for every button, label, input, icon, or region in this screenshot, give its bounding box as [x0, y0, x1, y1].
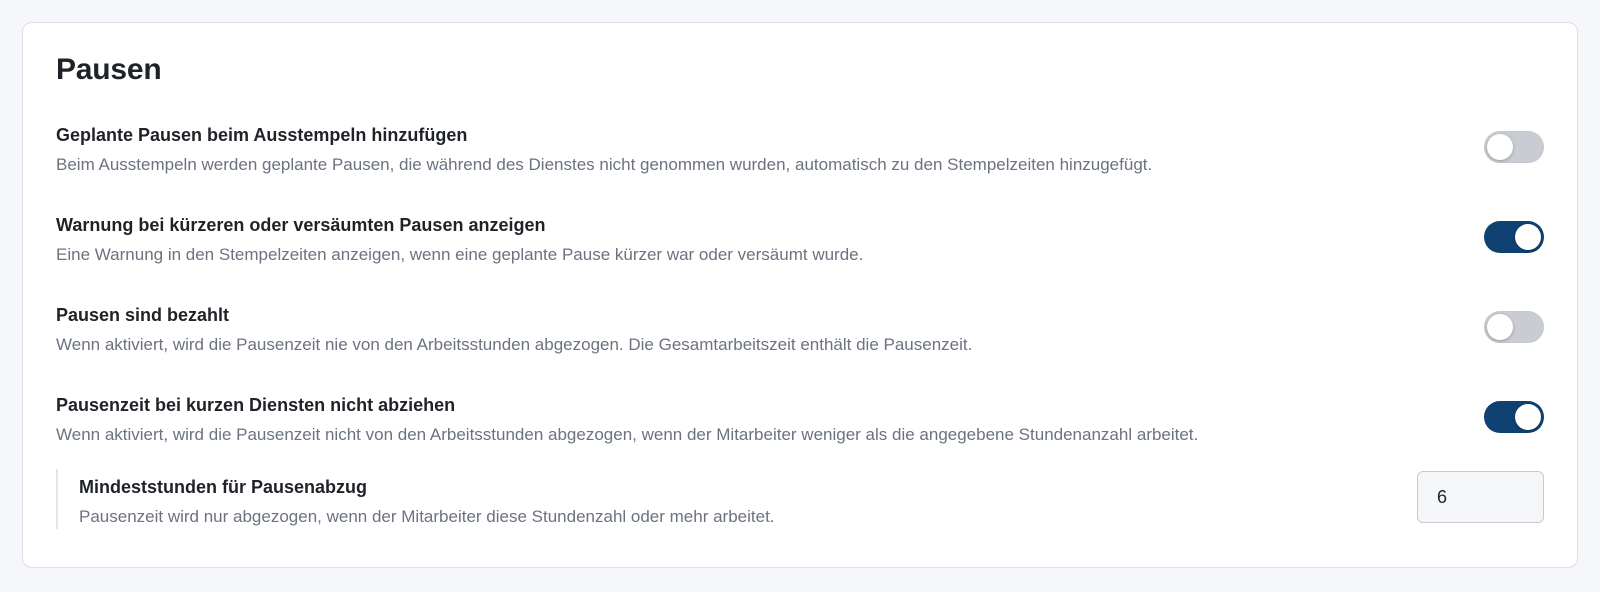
- setting-break-warning: Warnung bei kürzeren oder versäumten Pau…: [56, 215, 1544, 275]
- setting-paid-breaks: Pausen sind bezahlt Wenn aktiviert, wird…: [56, 305, 1544, 365]
- setting-label: Geplante Pausen beim Ausstempeln hinzufü…: [56, 125, 468, 145]
- toggle-knob: [1515, 224, 1541, 250]
- setting-label: Pausen sind bezahlt: [56, 305, 230, 325]
- setting-min-hours: Mindeststunden für Pausenabzug Pausenzei…: [56, 469, 1544, 531]
- indent-bar: [56, 469, 58, 529]
- toggle-knob: [1487, 134, 1513, 160]
- setting-description: Pausenzeit wird nur abgezogen, wenn der …: [79, 507, 775, 526]
- min-hours-input[interactable]: [1417, 471, 1544, 523]
- setting-short-shift-no-deduction: Pausenzeit bei kurzen Diensten nicht abz…: [56, 395, 1544, 455]
- setting-label: Mindeststunden für Pausenabzug: [79, 477, 368, 497]
- setting-add-planned-breaks: Geplante Pausen beim Ausstempeln hinzufü…: [56, 125, 1544, 185]
- section-title: Pausen: [56, 53, 162, 86]
- add-planned-breaks-toggle[interactable]: [1484, 131, 1544, 163]
- paid-breaks-toggle[interactable]: [1484, 311, 1544, 343]
- break-warning-toggle[interactable]: [1484, 221, 1544, 253]
- setting-description: Wenn aktiviert, wird die Pausenzeit nie …: [56, 335, 973, 354]
- setting-description: Wenn aktiviert, wird die Pausenzeit nich…: [56, 425, 1199, 444]
- short-shift-no-deduction-toggle[interactable]: [1484, 401, 1544, 433]
- setting-description: Beim Ausstempeln werden geplante Pausen,…: [56, 155, 1153, 174]
- toggle-knob: [1487, 314, 1513, 340]
- toggle-knob: [1515, 404, 1541, 430]
- pausen-settings-card: Pausen Geplante Pausen beim Ausstempeln …: [22, 22, 1578, 568]
- setting-label: Warnung bei kürzeren oder versäumten Pau…: [56, 215, 546, 235]
- setting-description: Eine Warnung in den Stempelzeiten anzeig…: [56, 245, 864, 264]
- setting-label: Pausenzeit bei kurzen Diensten nicht abz…: [56, 395, 456, 415]
